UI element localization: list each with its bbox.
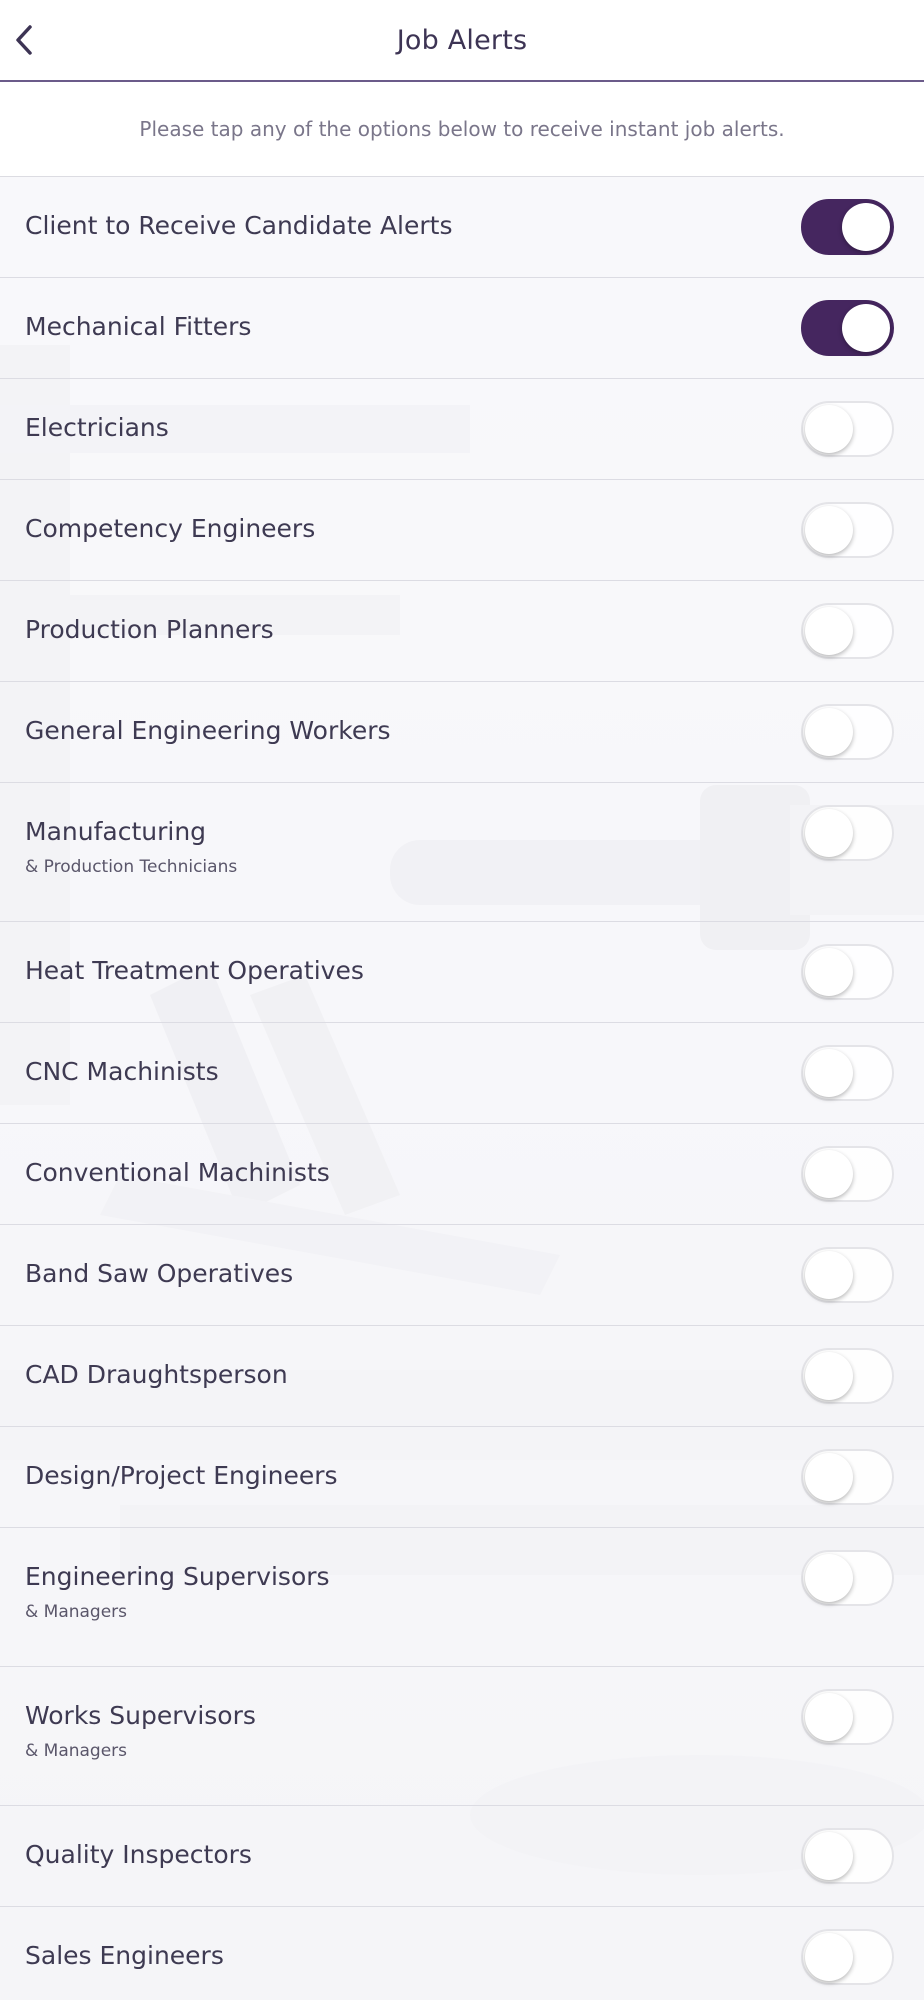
alert-label: Quality Inspectors [25,1840,252,1869]
toggle-knob [805,1352,853,1400]
alert-label-group: CNC Machinists [25,1055,219,1089]
toggle-knob [805,1933,853,1981]
alert-toggle-quality-inspectors[interactable] [801,1828,894,1884]
toggle-knob [805,607,853,655]
alert-label-group: Competency Engineers [25,512,315,546]
toggle-knob [805,1150,853,1198]
toggle-knob [805,948,853,996]
alert-toggle-competency-engineers[interactable] [801,502,894,558]
alert-label: Engineering Supervisors [25,1562,330,1591]
alert-label-group: Mechanical Fitters [25,310,251,344]
alert-row-client-to-receive-candidate-alerts: Client to Receive Candidate Alerts [0,177,924,278]
alert-row-sales-engineers: Sales Engineers [0,1907,924,2000]
toggle-knob [805,405,853,453]
alert-label-group: CAD Draughtsperson [25,1358,288,1392]
alert-row-quality-inspectors: Quality Inspectors [0,1806,924,1907]
alert-label: Competency Engineers [25,514,316,543]
alert-row-cnc-machinists: CNC Machinists [0,1023,924,1124]
alert-row-engineering-supervisors: Engineering Supervisors & Managers [0,1528,924,1667]
alert-label: Manufacturing [25,817,207,846]
alert-label: Mechanical Fitters [25,312,252,341]
toggle-knob [805,1251,853,1299]
job-alerts-screen: Job Alerts Please tap any of the options… [0,0,924,2000]
alert-toggle-cad-draughtsperson[interactable] [801,1348,894,1404]
toggle-knob [842,304,890,352]
alert-toggle-sales-engineers[interactable] [801,1929,894,1985]
alert-label-group: Works Supervisors & Managers [25,1699,256,1761]
alert-label: Works Supervisors [25,1701,256,1730]
alert-row-competency-engineers: Competency Engineers [0,480,924,581]
alert-label-group: Quality Inspectors [25,1838,252,1872]
alert-label: Electricians [25,413,169,442]
alert-label: Production Planners [25,615,274,644]
alert-toggle-general-engineering-workers[interactable] [801,704,894,760]
alert-label-group: Design/Project Engineers [25,1459,338,1493]
alert-toggle-cnc-machinists[interactable] [801,1045,894,1101]
chevron-left-icon [16,25,32,55]
alert-label-group: Manufacturing & Production Technicians [25,815,237,877]
alert-toggle-heat-treatment-operatives[interactable] [801,944,894,1000]
alert-label-group: Band Saw Operatives [25,1257,293,1291]
toggle-knob [805,1453,853,1501]
alert-toggle-conventional-machinists[interactable] [801,1146,894,1202]
alert-toggle-production-planners[interactable] [801,603,894,659]
alert-toggle-design-project-engineers[interactable] [801,1449,894,1505]
toggle-knob [805,506,853,554]
alert-sublabel: & Managers [25,1602,128,1622]
alert-toggle-mechanical-fitters[interactable] [801,300,894,356]
page-title: Job Alerts [396,24,528,56]
alert-label-group: Sales Engineers [25,1939,224,1973]
alert-row-design-project-engineers: Design/Project Engineers [0,1427,924,1528]
alert-label-group: Heat Treatment Operatives [25,954,364,988]
instructions-banner: Please tap any of the options below to r… [0,82,924,177]
toggle-knob [805,1832,853,1880]
alert-row-electricians: Electricians [0,379,924,480]
alert-label: Band Saw Operatives [25,1259,294,1288]
alert-sublabel: & Managers [25,1741,128,1761]
alert-toggle-band-saw-operatives[interactable] [801,1247,894,1303]
alert-toggle-works-supervisors[interactable] [801,1689,894,1745]
alert-label: General Engineering Workers [25,716,391,745]
alert-label-group: Client to Receive Candidate Alerts [25,209,452,243]
alert-row-conventional-machinists: Conventional Machinists [0,1124,924,1225]
toggle-knob [805,1049,853,1097]
toggle-knob [805,1554,853,1602]
alert-row-heat-treatment-operatives: Heat Treatment Operatives [0,922,924,1023]
alert-label: Conventional Machinists [25,1158,330,1187]
alert-row-general-engineering-workers: General Engineering Workers [0,682,924,783]
toggle-knob [842,203,890,251]
alert-label-group: Production Planners [25,613,274,647]
alert-row-cad-draughtsperson: CAD Draughtsperson [0,1326,924,1427]
alert-label-group: General Engineering Workers [25,714,391,748]
alert-label: Heat Treatment Operatives [25,956,364,985]
alert-label: CAD Draughtsperson [25,1360,288,1389]
alert-label: Client to Receive Candidate Alerts [25,211,453,240]
back-button[interactable] [0,0,48,80]
alert-row-mechanical-fitters: Mechanical Fitters [0,278,924,379]
alert-row-manufacturing: Manufacturing & Production Technicians [0,783,924,922]
alert-toggle-manufacturing[interactable] [801,805,894,861]
alert-label: CNC Machinists [25,1057,219,1086]
alert-label: Sales Engineers [25,1941,224,1970]
toggle-knob [805,708,853,756]
alert-toggle-list: Client to Receive Candidate Alerts Mechan… [0,177,924,2000]
alert-row-production-planners: Production Planners [0,581,924,682]
alert-row-works-supervisors: Works Supervisors & Managers [0,1667,924,1806]
alert-toggle-engineering-supervisors[interactable] [801,1550,894,1606]
alert-toggle-client-to-receive-candidate-alerts[interactable] [801,199,894,255]
instructions-text: Please tap any of the options below to r… [139,117,785,141]
alert-toggle-electricians[interactable] [801,401,894,457]
alert-label: Design/Project Engineers [25,1461,338,1490]
alert-sublabel: & Production Technicians [25,857,238,877]
alert-label-group: Engineering Supervisors & Managers [25,1560,330,1622]
toggle-knob [805,809,853,857]
app-header: Job Alerts [0,0,924,82]
toggle-knob [805,1693,853,1741]
alert-label-group: Electricians [25,411,169,445]
alert-label-group: Conventional Machinists [25,1156,330,1190]
alert-row-band-saw-operatives: Band Saw Operatives [0,1225,924,1326]
